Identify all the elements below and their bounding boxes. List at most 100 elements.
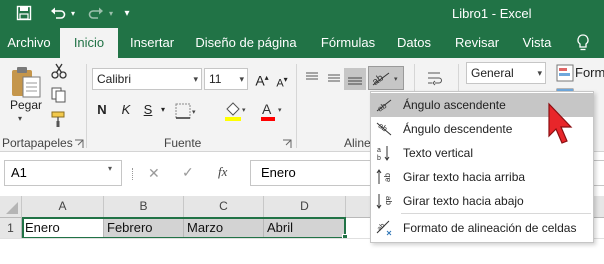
column-header-a[interactable]: A xyxy=(22,196,104,218)
conditional-format-icon[interactable] xyxy=(556,64,574,82)
shrink-font-button[interactable]: A▾ xyxy=(274,70,290,92)
tab-insertar[interactable]: Insertar xyxy=(122,28,182,58)
cell-c1[interactable]: Marzo xyxy=(184,218,264,238)
group-divider xyxy=(296,64,297,148)
shrink-font-label: A xyxy=(276,77,284,90)
insert-function-button[interactable]: fx xyxy=(218,164,227,180)
svg-text:▾: ▾ xyxy=(242,107,246,114)
fill-handle[interactable] xyxy=(342,234,348,240)
bold-button[interactable]: N xyxy=(94,100,110,122)
svg-text:ab: ab xyxy=(370,72,386,88)
lightbulb-icon[interactable] xyxy=(574,28,592,58)
customize-qat-icon[interactable]: ▾ xyxy=(120,3,134,23)
tab-formulas[interactable]: Fórmulas xyxy=(312,28,384,58)
clipboard-launcher-icon[interactable] xyxy=(74,138,84,148)
number-format-combo[interactable]: General ▾ xyxy=(466,62,546,84)
cell-a1[interactable]: Enero xyxy=(22,218,104,238)
tab-archivo[interactable]: Archivo xyxy=(0,28,58,58)
mouse-pointer-icon xyxy=(546,102,576,148)
formula-input-value: Enero xyxy=(261,165,296,180)
svg-text:A: A xyxy=(262,101,272,117)
cell-d1[interactable]: Abril xyxy=(264,218,346,238)
column-header-c[interactable]: C xyxy=(184,196,264,218)
undo-dropdown-icon[interactable]: ▾ xyxy=(68,3,78,23)
angle-counterclockwise-icon: ab xyxy=(375,96,393,114)
angle-clockwise-icon: ab xyxy=(375,120,393,138)
tab-revisar[interactable]: Revisar xyxy=(448,28,506,58)
menu-item-label: Girar texto hacia arriba xyxy=(403,170,526,184)
grow-font-button[interactable]: A▴ xyxy=(254,68,270,90)
borders-icon[interactable]: ▾ xyxy=(174,102,196,120)
tab-diseno-de-pagina[interactable]: Diseño de página xyxy=(190,28,302,58)
ribbon-tabs: Archivo Inicio Insertar Diseño de página… xyxy=(0,28,604,58)
styles-label[interactable]: Form xyxy=(575,65,604,80)
clipboard-group-label: Portapapeles xyxy=(2,136,73,150)
menu-item-label: Ángulo ascendente xyxy=(403,98,506,112)
align-bottom-icon[interactable] xyxy=(344,68,366,90)
svg-text:▾: ▾ xyxy=(278,107,282,114)
vertical-text-icon: ab xyxy=(375,144,393,162)
tab-datos[interactable]: Datos xyxy=(388,28,440,58)
fill-color-icon[interactable]: ▾ xyxy=(222,100,248,122)
name-box-value: A1 xyxy=(11,165,27,180)
column-header-d[interactable]: D xyxy=(264,196,346,218)
formula-bar-grip[interactable] xyxy=(132,168,136,180)
save-icon[interactable] xyxy=(14,3,34,23)
tab-vista[interactable]: Vista xyxy=(514,28,560,58)
tab-inicio[interactable]: Inicio xyxy=(60,28,118,58)
align-middle-icon[interactable] xyxy=(326,70,342,86)
wrap-text-icon[interactable] xyxy=(426,70,444,88)
svg-text:ab: ab xyxy=(383,173,392,182)
svg-text:a: a xyxy=(377,147,381,154)
menu-item-rotate-down[interactable]: ab Girar texto hacia abajo xyxy=(371,189,593,213)
menu-item-rotate-up[interactable]: ab Girar texto hacia arriba xyxy=(371,165,593,189)
font-name-combo[interactable]: Calibri ▾ xyxy=(92,68,202,90)
cut-icon[interactable] xyxy=(50,62,68,80)
name-box[interactable]: A1 xyxy=(4,160,122,186)
paste-button[interactable]: Pegar xyxy=(8,98,44,112)
menu-item-label: Texto vertical xyxy=(403,146,474,160)
chevron-down-icon: ▾ xyxy=(239,74,244,84)
font-group-label: Fuente xyxy=(164,136,202,150)
paste-icon[interactable] xyxy=(8,64,44,98)
row-header-1[interactable]: 1 xyxy=(0,218,22,238)
undo-icon[interactable] xyxy=(48,3,68,23)
title-bar: ▾ ▾ ▾ Libro1 - Excel xyxy=(0,0,604,28)
chevron-down-icon: ▾ xyxy=(537,68,542,78)
cancel-icon[interactable]: ✕ xyxy=(148,165,160,182)
copy-icon[interactable] xyxy=(50,86,68,104)
svg-text:ab: ab xyxy=(384,196,393,205)
number-format-value: General xyxy=(471,66,514,80)
redo-dropdown-icon[interactable]: ▾ xyxy=(106,3,116,23)
font-launcher-icon[interactable] xyxy=(282,138,292,148)
select-all-corner[interactable] xyxy=(0,196,22,218)
enter-icon[interactable]: ✓ xyxy=(182,164,194,181)
rotate-text-down-icon: ab xyxy=(375,192,393,210)
menu-item-label: Girar texto hacia abajo xyxy=(403,194,524,208)
alignment-group-label: Aline xyxy=(344,136,371,150)
redo-icon[interactable] xyxy=(86,3,106,23)
menu-item-label: Formato de alineación de celdas xyxy=(403,221,577,235)
window-title: Libro1 - Excel xyxy=(452,6,532,21)
menu-separator xyxy=(401,213,591,214)
menu-item-format-alignment[interactable]: ab Formato de alineación de celdas xyxy=(371,216,593,240)
svg-text:b: b xyxy=(377,155,381,162)
menu-item-label: Ángulo descendente xyxy=(403,122,513,136)
group-divider xyxy=(86,64,87,148)
align-top-icon[interactable] xyxy=(304,70,320,86)
orientation-button[interactable]: ab ▾ xyxy=(368,66,404,90)
cell-b1[interactable]: Febrero xyxy=(104,218,184,238)
format-cell-alignment-icon: ab xyxy=(375,219,393,237)
italic-button[interactable]: K xyxy=(118,100,134,122)
font-size-combo[interactable]: 11 ▾ xyxy=(204,68,248,90)
underline-dropdown-icon[interactable]: ▾ xyxy=(158,100,168,122)
column-header-b[interactable]: B xyxy=(104,196,184,218)
svg-text:ab: ab xyxy=(376,222,387,233)
font-name-value: Calibri xyxy=(97,72,132,86)
font-size-value: 11 xyxy=(209,72,222,86)
name-box-dropdown-icon[interactable]: ▾ xyxy=(108,164,112,173)
font-color-icon[interactable]: A ▾ xyxy=(258,100,284,122)
paste-dropdown-icon[interactable]: ▾ xyxy=(18,114,22,123)
format-painter-icon[interactable] xyxy=(50,110,68,128)
underline-button[interactable]: S xyxy=(140,100,156,122)
